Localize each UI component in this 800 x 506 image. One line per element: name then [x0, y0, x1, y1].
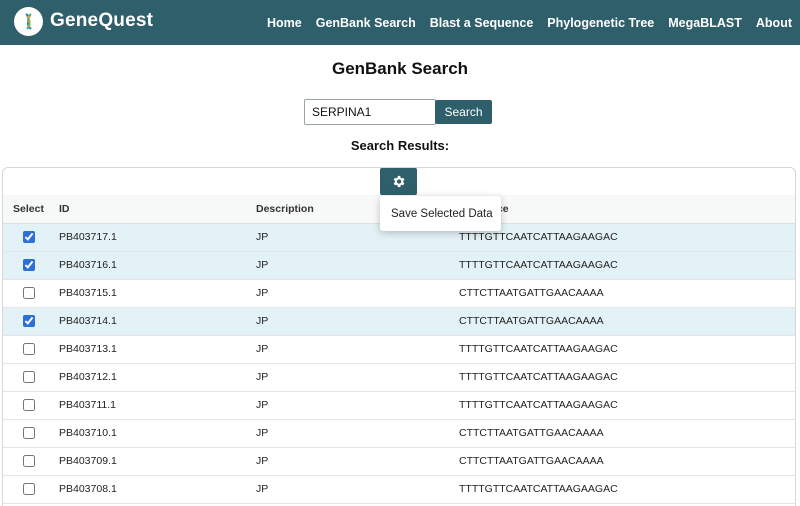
table-row[interactable]: PB403711.1 JP TTTTGTTCAATCATTAAGAAGAC [3, 391, 795, 420]
row-select-cell [3, 279, 59, 308]
settings-dropdown-menu: Save Selected Data [380, 196, 501, 231]
row-description-cell: JP [256, 251, 459, 280]
row-select-checkbox[interactable] [23, 231, 35, 244]
row-id-cell: PB403713.1 [59, 335, 256, 364]
row-select-cell [3, 251, 59, 280]
row-description-cell: JP [256, 419, 459, 448]
row-description-cell: JP [256, 335, 459, 364]
top-navbar: GeneQuest Home GenBank Search Blast a Se… [0, 0, 800, 45]
row-sequence-cell: CTTCTTAATGATTGAACAAAA [459, 419, 795, 448]
row-sequence-cell: CTTCTTAATGATTGAACAAAA [459, 447, 795, 476]
table-row[interactable]: PB403710.1 JP CTTCTTAATGATTGAACAAAA [3, 419, 795, 448]
row-select-checkbox[interactable] [23, 315, 35, 328]
row-id-cell: PB403710.1 [59, 419, 256, 448]
results-table: Select ID Description Sequence PB403717.… [3, 195, 795, 504]
table-row[interactable]: PB403708.1 JP TTTTGTTCAATCATTAAGAAGAC [3, 475, 795, 504]
gear-icon [393, 175, 405, 188]
page-title: GenBank Search [331, 59, 469, 78]
row-description-cell: JP [256, 279, 459, 308]
row-sequence-cell: TTTTGTTCAATCATTAAGAAGAC [459, 475, 795, 504]
row-description-cell: JP [256, 475, 459, 504]
nav-link-home[interactable]: Home [267, 16, 302, 30]
row-select-cell [3, 475, 59, 504]
row-select-checkbox[interactable] [23, 483, 35, 496]
nav-link-megablast[interactable]: MegaBLAST [668, 16, 742, 30]
row-sequence-cell: TTTTGTTCAATCATTAAGAAGAC [459, 251, 795, 280]
row-id-cell: PB403716.1 [59, 251, 256, 280]
table-row[interactable]: PB403714.1 JP CTTCTTAATGATTGAACAAAA [3, 307, 795, 336]
table-row[interactable]: PB403709.1 JP CTTCTTAATGATTGAACAAAA [3, 447, 795, 476]
nav-link-phylogenetic-tree[interactable]: Phylogenetic Tree [547, 16, 654, 30]
row-id-cell: PB403708.1 [59, 475, 256, 504]
row-select-cell [3, 363, 59, 392]
row-description-cell: JP [256, 447, 459, 476]
search-button[interactable]: Search [435, 100, 492, 124]
row-id-cell: PB403712.1 [59, 363, 256, 392]
app-logo[interactable] [14, 7, 43, 36]
table-row[interactable]: PB403715.1 JP CTTCTTAATGATTGAACAAAA [3, 279, 795, 308]
column-header-id[interactable]: ID [59, 195, 256, 224]
save-selected-data-item[interactable]: Save Selected Data [391, 208, 493, 220]
results-title: Search Results: [350, 138, 450, 153]
table-row[interactable]: PB403713.1 JP TTTTGTTCAATCATTAAGAAGAC [3, 335, 795, 364]
row-select-cell [3, 223, 59, 252]
row-description-cell: JP [256, 391, 459, 420]
row-select-checkbox[interactable] [23, 343, 35, 356]
table-row[interactable]: PB403712.1 JP TTTTGTTCAATCATTAAGAAGAC [3, 363, 795, 392]
row-select-checkbox[interactable] [23, 399, 35, 412]
nav-link-blast-sequence[interactable]: Blast a Sequence [430, 16, 534, 30]
row-sequence-cell: TTTTGTTCAATCATTAAGAAGAC [459, 391, 795, 420]
row-sequence-cell: TTTTGTTCAATCATTAAGAAGAC [459, 363, 795, 392]
nav-link-about[interactable]: About [756, 16, 792, 30]
row-sequence-cell: CTTCTTAATGATTGAACAAAA [459, 279, 795, 308]
row-select-cell [3, 391, 59, 420]
row-description-cell: JP [256, 363, 459, 392]
brand-name[interactable]: GeneQuest [50, 10, 153, 32]
column-header-sequence[interactable]: Sequence [459, 195, 795, 224]
row-select-checkbox[interactable] [23, 259, 35, 272]
search-input[interactable] [304, 99, 436, 125]
row-select-checkbox[interactable] [23, 287, 35, 300]
row-sequence-cell: CTTCTTAATGATTGAACAAAA [459, 307, 795, 336]
row-select-cell [3, 419, 59, 448]
dna-logo-icon [24, 12, 32, 30]
row-id-cell: PB403715.1 [59, 279, 256, 308]
settings-button[interactable] [380, 168, 417, 195]
row-sequence-cell: TTTTGTTCAATCATTAAGAAGAC [459, 335, 795, 364]
nav-link-genbank-search[interactable]: GenBank Search [316, 16, 416, 30]
row-select-cell [3, 447, 59, 476]
results-table-body: PB403717.1 JP TTTTGTTCAATCATTAAGAAGAC PB403… [3, 223, 795, 504]
row-id-cell: PB403717.1 [59, 223, 256, 252]
row-description-cell: JP [256, 307, 459, 336]
row-id-cell: PB403709.1 [59, 447, 256, 476]
row-id-cell: PB403714.1 [59, 307, 256, 336]
row-select-checkbox[interactable] [23, 455, 35, 468]
row-select-checkbox[interactable] [23, 371, 35, 384]
row-select-cell [3, 335, 59, 364]
row-id-cell: PB403711.1 [59, 391, 256, 420]
row-sequence-cell: TTTTGTTCAATCATTAAGAAGAC [459, 223, 795, 252]
table-row[interactable]: PB403716.1 JP TTTTGTTCAATCATTAAGAAGAC [3, 251, 795, 280]
row-select-checkbox[interactable] [23, 427, 35, 440]
row-select-cell [3, 307, 59, 336]
nav-links: Home GenBank Search Blast a Sequence Phy… [253, 0, 792, 45]
column-header-select[interactable]: Select [3, 195, 59, 224]
